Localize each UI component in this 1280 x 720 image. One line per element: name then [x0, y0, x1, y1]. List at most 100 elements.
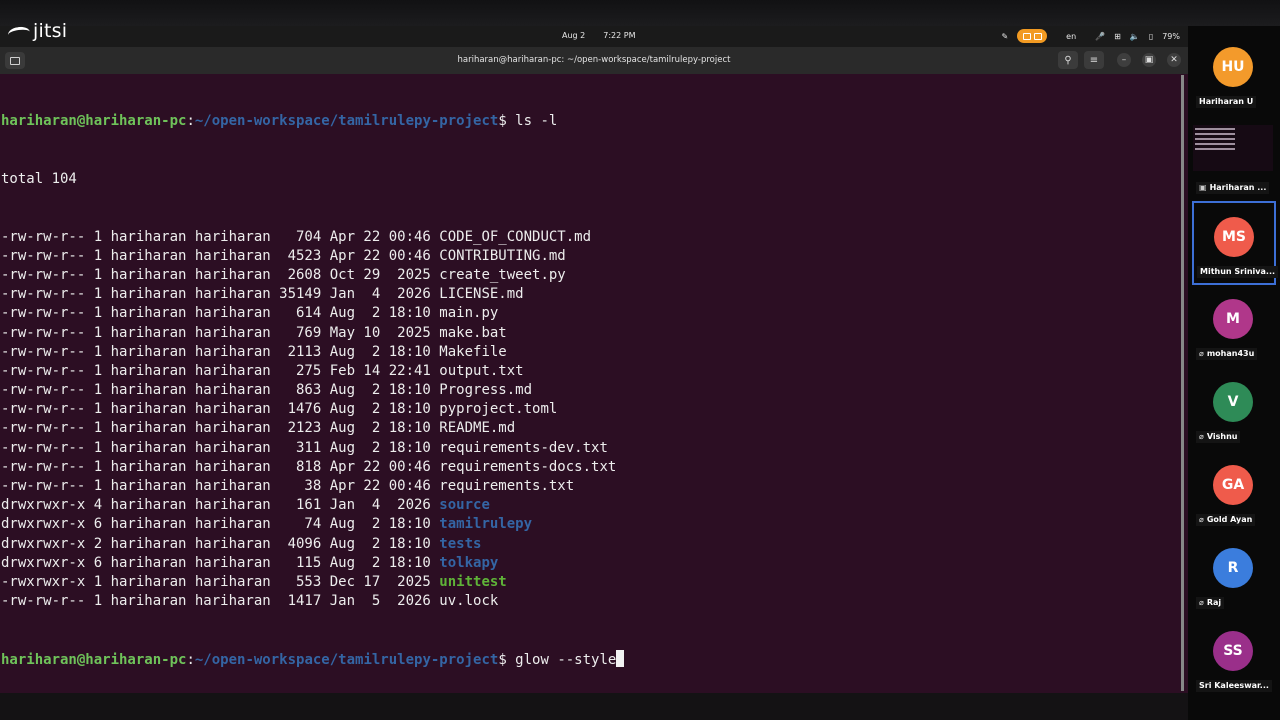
file-meta: -rw-rw-r-- 1 hariharan hariharan 863 Aug… [1, 382, 440, 399]
avatar: SS [1213, 631, 1253, 671]
prompt-user: hariharan@hariharan-pc [1, 651, 187, 668]
avatar: MS [1214, 217, 1254, 257]
participant-tile[interactable]: R ⌀ Raj [1192, 533, 1274, 615]
participant-name-tag: ⌀ Raj [1196, 597, 1225, 609]
file-name: unittest [439, 573, 507, 590]
stop-icon [1033, 32, 1042, 40]
file-meta: -rw-rw-r-- 1 hariharan hariharan 275 Feb… [1, 362, 440, 379]
clock[interactable]: Aug 2 7:22 PM [562, 31, 636, 40]
command-input-text[interactable]: glow --style [515, 652, 616, 668]
file-meta: -rwxrwxr-x 1 hariharan hariharan 553 Dec… [1, 573, 440, 590]
participant-name-tag: Sri Kaleeswar... [1196, 680, 1272, 692]
listing-row: drwxrwxr-x 6 hariharan hariharan 115 Aug… [1, 554, 624, 573]
mic-muted-icon: ⌀ [1199, 515, 1204, 524]
participant-name: Hariharan ... [1209, 183, 1267, 192]
file-meta: drwxrwxr-x 6 hariharan hariharan 115 Aug… [1, 554, 440, 571]
file-name: tamilrulepy [439, 516, 533, 533]
jitsi-wordmark: jitsi [33, 20, 68, 42]
participant-tile[interactable]: V ⌀ Vishnu [1192, 367, 1274, 449]
listing-row: drwxrwxr-x 4 hariharan hariharan 161 Jan… [1, 496, 624, 515]
text-cursor [616, 649, 625, 667]
system-tray[interactable]: ✎ en 🎤 ⊞ 🔈 ▯ 79% [1001, 29, 1180, 43]
network-icon[interactable]: ⊞ [1114, 32, 1121, 41]
participant-tile[interactable]: M ⌀ mohan43u [1192, 284, 1274, 366]
file-name: requirements-dev.txt [439, 439, 608, 456]
terminal-output[interactable]: hariharan@hariharan-pc:~/open-workspace/… [1, 74, 625, 707]
file-name: requirements.txt [439, 478, 575, 495]
participant-tile[interactable]: SS Sri Kaleeswar... [1192, 616, 1274, 698]
avatar: R [1213, 548, 1253, 588]
file-name: Progress.md [439, 382, 533, 399]
terminal-window[interactable]: hariharan@hariharan-pc: ~/open-workspace… [0, 47, 1188, 693]
listing-row: -rw-rw-r-- 1 hariharan hariharan 2608 Oc… [1, 266, 624, 285]
mic-muted-icon: ⌀ [1199, 598, 1204, 607]
file-meta: -rw-rw-r-- 1 hariharan hariharan 704 Apr… [1, 228, 440, 245]
prompt-line: hariharan@hariharan-pc:~/open-workspace/… [1, 113, 558, 130]
screen-share-icon: ▣ [1199, 183, 1207, 192]
scrollbar[interactable] [1181, 75, 1184, 691]
participant-tile[interactable]: GA ⌀ Gold Ayan [1192, 450, 1274, 532]
jitsi-logo: jitsi [7, 20, 68, 42]
prompt-path: ~/open-workspace/tamilrulepy-project [194, 651, 499, 668]
participants-filmstrip[interactable]: HU Hariharan U ▣ Hariharan ... MS Mithun Srin… [1188, 26, 1280, 720]
file-meta: -rw-rw-r-- 1 hariharan hariharan 2608 Oc… [1, 266, 440, 283]
participant-tile[interactable]: ▣ Hariharan ... [1192, 118, 1274, 200]
file-meta: -rw-rw-r-- 1 hariharan hariharan 38 Apr … [1, 478, 440, 495]
battery-percent: 79% [1162, 31, 1180, 41]
volume-icon[interactable]: 🔈 [1130, 32, 1140, 41]
keyboard-language[interactable]: en [1066, 32, 1076, 41]
listing-rows: -rw-rw-r-- 1 hariharan hariharan 704 Apr… [1, 228, 624, 612]
maximize-button[interactable]: ▣ [1142, 53, 1156, 67]
microphone-icon[interactable]: 🎤 [1095, 32, 1105, 41]
file-name: create_tweet.py [439, 266, 566, 283]
command-text: ls -l [515, 113, 558, 130]
jitsi-mark-icon [7, 25, 31, 41]
prompt-line-current[interactable]: hariharan@hariharan-pc:~/open-workspace/… [1, 649, 625, 669]
pencil-icon[interactable]: ✎ [1001, 32, 1008, 41]
file-name: CONTRIBUTING.md [439, 247, 566, 264]
screen-icon [1022, 32, 1031, 40]
participant-name: Gold Ayan [1206, 515, 1253, 524]
listing-row: -rw-rw-r-- 1 hariharan hariharan 818 Apr… [1, 458, 624, 477]
minimize-icon: – [1121, 55, 1127, 65]
search-button[interactable]: ⚲ [1058, 51, 1078, 69]
participant-tile[interactable]: MS Mithun Sriniva... [1192, 201, 1279, 285]
listing-row: -rw-rw-r-- 1 hariharan hariharan 311 Aug… [1, 439, 624, 458]
minimize-button[interactable]: – [1117, 53, 1131, 67]
file-meta: drwxrwxr-x 4 hariharan hariharan 161 Jan… [1, 497, 440, 514]
participant-name: mohan43u [1206, 349, 1255, 358]
file-name: make.bat [439, 324, 507, 341]
file-name: uv.lock [439, 593, 499, 610]
listing-row: -rw-rw-r-- 1 hariharan hariharan 38 Apr … [1, 477, 624, 496]
listing-row: -rw-rw-r-- 1 hariharan hariharan 2113 Au… [1, 343, 624, 362]
participant-name-tag: ▣ Hariharan ... [1196, 182, 1270, 194]
close-button[interactable]: ✕ [1167, 53, 1181, 67]
participant-name-tag: Hariharan U [1196, 96, 1257, 108]
total-line: total 104 [1, 171, 77, 187]
screen-share-indicator[interactable] [1017, 29, 1048, 43]
file-name: tolkapy [439, 554, 499, 571]
battery-icon[interactable]: ▯ [1149, 32, 1153, 41]
avatar: M [1213, 299, 1253, 339]
maximize-icon: ▣ [1144, 55, 1154, 65]
listing-row: -rw-rw-r-- 1 hariharan hariharan 2123 Au… [1, 419, 624, 438]
participant-name: Sri Kaleeswar... [1199, 681, 1269, 690]
listing-row: -rwxrwxr-x 1 hariharan hariharan 553 Dec… [1, 573, 624, 592]
menu-button[interactable]: ≡ [1084, 51, 1104, 69]
file-meta: -rw-rw-r-- 1 hariharan hariharan 35149 J… [1, 286, 440, 303]
file-meta: -rw-rw-r-- 1 hariharan hariharan 818 Apr… [1, 458, 440, 475]
participant-name-tag: ⌀ mohan43u [1196, 348, 1258, 360]
listing-row: -rw-rw-r-- 1 hariharan hariharan 4523 Ap… [1, 247, 624, 266]
listing-row: -rw-rw-r-- 1 hariharan hariharan 863 Aug… [1, 381, 624, 400]
participant-tile[interactable]: HU Hariharan U [1192, 32, 1274, 114]
system-top-panel: Aug 2 7:22 PM ✎ en 🎤 ⊞ 🔈 ▯ 79% [0, 26, 1188, 47]
file-meta: -rw-rw-r-- 1 hariharan hariharan 614 Aug… [1, 305, 440, 322]
file-meta: -rw-rw-r-- 1 hariharan hariharan 769 May… [1, 324, 440, 341]
file-name: pyproject.toml [439, 401, 558, 418]
file-name: LICENSE.md [439, 286, 524, 303]
file-name: requirements-docs.txt [439, 458, 617, 475]
file-name: CODE_OF_CONDUCT.md [439, 228, 592, 245]
participant-name-tag: Mithun Sriniva... [1197, 266, 1279, 278]
listing-row: -rw-rw-r-- 1 hariharan hariharan 704 Apr… [1, 228, 624, 247]
window-titlebar[interactable]: hariharan@hariharan-pc: ~/open-workspace… [0, 47, 1188, 74]
